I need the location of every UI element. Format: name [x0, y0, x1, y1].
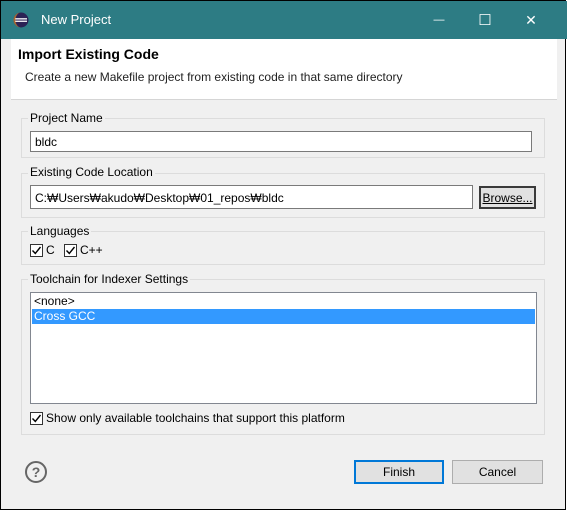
- browse-label: Browse...: [482, 190, 533, 205]
- maximize-button[interactable]: ☐: [463, 1, 507, 39]
- page-title: Import Existing Code: [18, 46, 159, 62]
- wizard-header: Import Existing Code Create a new Makefi…: [11, 39, 557, 100]
- project-name-label: Project Name: [28, 111, 105, 125]
- finish-button[interactable]: Finish: [354, 460, 444, 484]
- close-icon: ✕: [525, 11, 537, 28]
- checkmark-icon: [31, 414, 42, 423]
- cancel-label: Cancel: [478, 465, 517, 479]
- eclipse-icon: [13, 12, 29, 28]
- checkmark-icon: [31, 246, 42, 255]
- toolchain-filter-label: Show only available toolchains that supp…: [46, 411, 345, 425]
- page-description: Create a new Makefile project from exist…: [25, 70, 403, 84]
- finish-label: Finish: [382, 465, 415, 479]
- c-checkbox[interactable]: [30, 244, 43, 257]
- browse-button[interactable]: Browse...: [479, 186, 536, 209]
- checkmark-icon: [65, 246, 76, 255]
- help-glyph: ?: [31, 464, 41, 480]
- cancel-button[interactable]: Cancel: [452, 460, 543, 484]
- window-title: New Project: [41, 12, 112, 27]
- code-location-label: Existing Code Location: [28, 165, 155, 179]
- new-project-dialog: New Project — ☐ ✕ Import Existing Code C…: [0, 0, 567, 510]
- project-name-field[interactable]: bldc: [30, 131, 532, 152]
- close-button[interactable]: ✕: [509, 1, 553, 39]
- code-location-field[interactable]: C:₩Users₩akudo₩Desktop₩01_repos₩bldc: [30, 185, 473, 209]
- toolchain-list[interactable]: <none> Cross GCC: [30, 292, 537, 404]
- c-checkbox-label: C: [46, 243, 55, 257]
- title-bar[interactable]: New Project — ☐ ✕: [1, 1, 567, 39]
- toolchain-filter-checkbox[interactable]: [30, 412, 43, 425]
- minimize-button[interactable]: —: [417, 1, 461, 39]
- toolchain-label: Toolchain for Indexer Settings: [28, 272, 191, 286]
- cpp-checkbox-label: C++: [80, 243, 103, 257]
- help-icon[interactable]: ?: [25, 461, 47, 483]
- cpp-checkbox[interactable]: [64, 244, 77, 257]
- languages-label: Languages: [28, 224, 92, 238]
- list-item-none[interactable]: <none>: [32, 294, 535, 309]
- list-item-cross-gcc[interactable]: Cross GCC: [32, 309, 535, 324]
- maximize-icon: ☐: [478, 12, 492, 29]
- minimize-icon: —: [433, 14, 445, 26]
